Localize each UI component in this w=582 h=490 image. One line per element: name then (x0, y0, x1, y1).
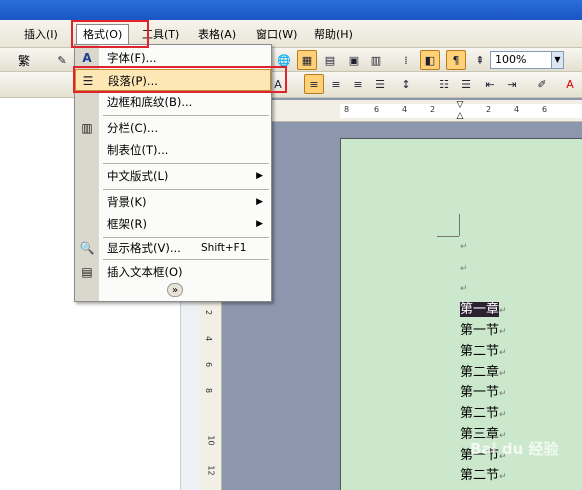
hruler-number: 2 (486, 105, 492, 114)
columns-icon: ▥ (81, 121, 93, 135)
format-painter-icon[interactable]: ✎ (52, 50, 72, 70)
menu-table[interactable]: 表格(A) (192, 26, 242, 44)
menu-window[interactable]: 窗口(W) (250, 26, 303, 44)
doc-line[interactable]: 第一章↵ (460, 301, 507, 320)
menu-separator (103, 189, 269, 190)
paragraph-mark-icon: ↵ (460, 242, 468, 252)
hruler-number: 4 (514, 105, 520, 114)
format-menu-dropdown: A 字体(F)... ☰ 段落(P)... 边框和底纹(B)... ▥ 分栏(C… (74, 44, 272, 302)
hruler-number: 6 (542, 105, 548, 114)
submenu-arrow-icon: ▶ (256, 219, 263, 229)
doc-line[interactable]: 第一节↵ (460, 384, 507, 403)
shortcut-label: Shift+F1 (201, 242, 247, 254)
textbox-icon: ▤ (81, 265, 93, 279)
menu-item-tabs[interactable]: 制表位(T)... (75, 139, 271, 161)
font-color-a-icon[interactable]: A (560, 74, 580, 94)
indent-marker-icon[interactable]: ▽ △ (456, 100, 464, 122)
font-icon: A (82, 51, 92, 65)
paragraph-icon: ☰ (82, 74, 94, 88)
menu-item-borders-shading[interactable]: 边框和底纹(B)... (75, 91, 271, 113)
zoom-dropdown-icon[interactable]: ▼ (552, 51, 564, 69)
paragraph-mark-icon: ↵ (460, 264, 468, 274)
decrease-indent-icon[interactable]: ⇤ (480, 74, 500, 94)
menu-help[interactable]: 帮助(H) (308, 26, 359, 44)
menu-item-font[interactable]: A 字体(F)... (75, 47, 271, 69)
hruler-number: 8 (344, 105, 350, 114)
menu-item-frames[interactable]: 框架(R) ▶ (75, 213, 271, 235)
line-spacing-icon[interactable]: ↕ (396, 74, 416, 94)
hruler-number: 2 (430, 105, 436, 114)
menu-item-insert-textbox[interactable]: ▤ 插入文本框(O) (75, 261, 271, 283)
menu-item-reveal-formatting[interactable]: 🔍 显示格式(V)... Shift+F1 (75, 237, 271, 259)
window-title-bar (0, 0, 582, 20)
horizontal-ruler: 8 6 4 2 2 4 6 ▽ △ (270, 100, 582, 122)
menu-separator (103, 163, 269, 164)
align-right-icon[interactable]: ≡ (348, 74, 368, 94)
submenu-arrow-icon: ▶ (256, 197, 263, 207)
numbering-icon[interactable]: ☷ (434, 74, 454, 94)
vruler-number: 6 (204, 361, 214, 368)
vruler-number: 2 (204, 309, 214, 316)
crop-mark (459, 214, 460, 236)
menu-separator (103, 115, 269, 116)
menu-insert[interactable]: 插入(I) (18, 26, 64, 44)
doc-line[interactable]: 第二节↵ (460, 343, 507, 362)
paragraph-mark-icon: ↵ (460, 284, 468, 294)
align-center-icon[interactable]: ≡ (326, 74, 346, 94)
hruler-number: 4 (402, 105, 408, 114)
expand-menu-icon[interactable]: » (167, 283, 183, 297)
vruler-number: 10 (206, 435, 216, 446)
document-map-icon[interactable]: ◧ (420, 50, 440, 70)
doc-line[interactable]: 第二节↵ (460, 405, 507, 424)
menu-item-asian-layout[interactable]: 中文版式(L) ▶ (75, 165, 271, 187)
vruler-number: 4 (204, 335, 214, 342)
columns-icon[interactable]: ▥ (366, 50, 386, 70)
insert-table-icon[interactable]: ▤ (320, 50, 340, 70)
doc-line[interactable]: 第二章↵ (460, 364, 507, 383)
menu-item-background[interactable]: 背景(K) ▶ (75, 191, 271, 213)
crop-mark (437, 236, 459, 237)
tables-borders-icon[interactable]: ▦ (297, 50, 317, 70)
menu-separator (103, 259, 269, 260)
show-hide-icon[interactable]: ¶ (446, 50, 466, 70)
zoom-input[interactable]: 100% (490, 51, 552, 69)
menu-tools[interactable]: 工具(T) (136, 26, 185, 44)
hyperlink-icon[interactable]: 🌐 (274, 50, 294, 70)
bullets-icon[interactable]: ☰ (456, 74, 476, 94)
justify-icon[interactable]: ☰ (370, 74, 390, 94)
drawing-icon[interactable]: ⁞ (396, 50, 416, 70)
read-mode-icon[interactable]: ⇞ (470, 50, 490, 70)
menu-item-paragraph[interactable]: ☰ 段落(P)... (75, 69, 271, 91)
vruler-number: 12 (206, 465, 216, 476)
hruler-number: 6 (374, 105, 380, 114)
menu-format[interactable]: 格式(O) (76, 24, 130, 46)
watermark: Bai du 经验 (470, 440, 559, 458)
doc-line[interactable]: 第一节↵ (460, 322, 507, 341)
vruler-number: 8 (204, 387, 214, 394)
reveal-format-icon: 🔍 (79, 241, 95, 255)
doc-line[interactable]: 第二节↵ (460, 467, 507, 486)
insert-excel-icon[interactable]: ▣ (344, 50, 364, 70)
traditional-convert-button[interactable]: 繁 (18, 52, 30, 69)
menu-item-columns[interactable]: ▥ 分栏(C)... (75, 117, 271, 139)
align-left-icon[interactable]: ≡ (304, 74, 324, 94)
increase-indent-icon[interactable]: ⇥ (502, 74, 522, 94)
submenu-arrow-icon: ▶ (256, 171, 263, 181)
highlight-icon[interactable]: ✐ (532, 74, 552, 94)
